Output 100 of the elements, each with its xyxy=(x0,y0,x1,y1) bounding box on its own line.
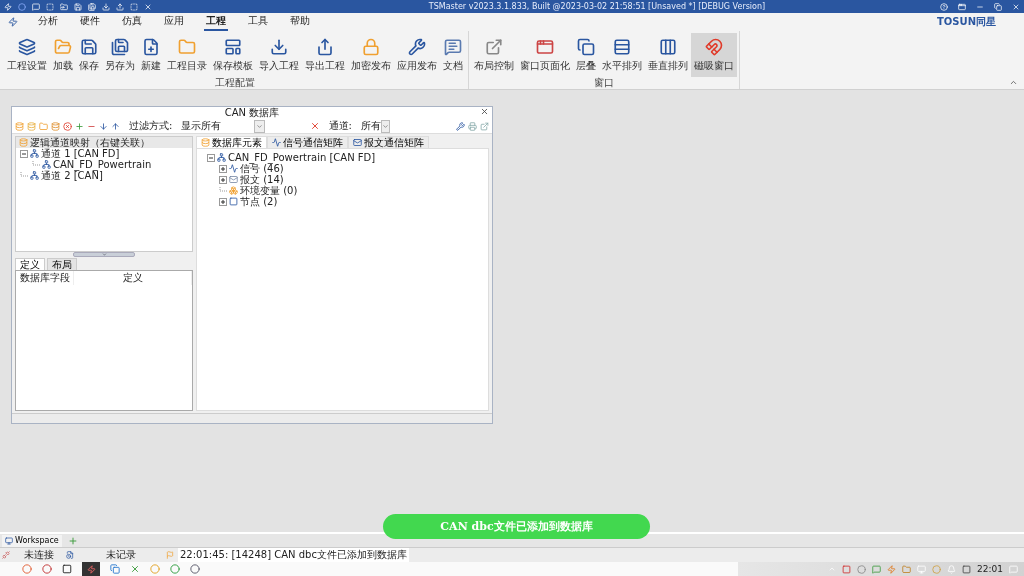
menu-tab[interactable]: 硬件 xyxy=(78,13,102,31)
folder-open-icon xyxy=(54,37,72,56)
tray-icon[interactable] xyxy=(887,564,897,574)
arrow-down-icon[interactable] xyxy=(99,121,108,131)
tab[interactable]: 布局 xyxy=(47,258,77,270)
add-icon[interactable] xyxy=(67,535,78,546)
collapse-icon[interactable] xyxy=(207,153,215,162)
tab[interactable]: 信号通信矩阵 xyxy=(267,136,348,148)
open-icon[interactable] xyxy=(60,2,68,11)
expand-icon[interactable] xyxy=(219,164,227,173)
workspace-tab[interactable]: Workspace xyxy=(2,534,62,547)
tab[interactable]: 报文通信矩阵 xyxy=(348,136,429,148)
ribbon-button[interactable]: 加载 xyxy=(50,33,76,77)
tree-item[interactable]: CAN_FD_Powertrain [CAN FD] xyxy=(228,152,376,163)
channel-dropdown[interactable]: 所有 xyxy=(354,120,389,132)
notification-toast: CAN dbc文件已添加到数据库 xyxy=(383,514,650,539)
terminal-icon[interactable] xyxy=(62,564,72,574)
ribbon-button[interactable]: 导入工程 xyxy=(256,33,302,77)
collapse-icon[interactable] xyxy=(1009,78,1018,87)
channel-label: 通道: xyxy=(328,119,352,133)
close-icon[interactable] xyxy=(1012,2,1020,11)
clear-icon[interactable] xyxy=(309,121,320,131)
ribbon-button[interactable]: 垂直排列 xyxy=(645,33,691,77)
database-icon[interactable] xyxy=(15,121,24,131)
ribbon-button[interactable]: 工程目录 xyxy=(164,33,210,77)
save-as-icon xyxy=(111,37,129,56)
brand-logo: TOSUN同星 xyxy=(937,15,996,29)
save-as-icon[interactable] xyxy=(88,2,96,11)
upload-icon[interactable] xyxy=(116,2,124,11)
expand-icon[interactable] xyxy=(219,175,227,184)
database-icon xyxy=(201,138,210,147)
database-icon[interactable] xyxy=(27,121,36,131)
taskbar-app-icon[interactable] xyxy=(82,562,100,576)
expand-icon[interactable] xyxy=(219,197,227,206)
splitter-handle[interactable] xyxy=(73,252,135,257)
ribbon-button[interactable]: 加密发布 xyxy=(348,33,394,77)
add-icon[interactable] xyxy=(75,121,84,131)
help-icon[interactable] xyxy=(940,2,948,11)
lock-icon xyxy=(362,37,380,56)
tree-item[interactable]: CAN_FD_Powertrain xyxy=(53,159,152,170)
tree-item[interactable]: 通道 2 [CAN] xyxy=(41,168,103,183)
ribbon-button[interactable]: 应用发布 xyxy=(394,33,440,77)
template-icon xyxy=(224,37,242,56)
filter-label: 过滤方式: xyxy=(129,119,173,133)
close-button[interactable] xyxy=(480,107,489,116)
wrench-icon[interactable] xyxy=(456,121,465,131)
clock[interactable]: 22:01 xyxy=(977,564,1003,574)
ribbon-button[interactable]: 工程设置 xyxy=(4,33,50,77)
network-icon xyxy=(30,171,39,180)
ribbon-button[interactable]: 新建 xyxy=(138,33,164,77)
tree-item[interactable]: 节点 (2) xyxy=(240,194,278,209)
database-icon[interactable] xyxy=(51,121,60,131)
external-link-icon[interactable] xyxy=(480,121,489,131)
chat-icon[interactable] xyxy=(872,564,882,574)
ribbon-button[interactable]: 保存模板 xyxy=(210,33,256,77)
caret-icon xyxy=(256,122,264,130)
envelope-icon xyxy=(353,138,362,147)
folder-icon xyxy=(178,37,196,56)
delete-icon[interactable] xyxy=(63,121,72,131)
ribbon-button[interactable]: 布局控制 xyxy=(471,33,517,77)
ribbon-button[interactable]: 水平排列 xyxy=(599,33,645,77)
folder-icon[interactable] xyxy=(902,564,912,574)
menu-tab[interactable]: 帮助 xyxy=(288,13,312,31)
folder-icon[interactable] xyxy=(39,121,48,131)
tray-icon[interactable] xyxy=(962,564,972,574)
ribbon-button[interactable]: 窗口页面化 xyxy=(517,33,573,77)
tree-item[interactable]: 通道 1 [CAN FD] xyxy=(41,146,120,161)
x-app-icon[interactable] xyxy=(130,564,140,574)
download-icon[interactable] xyxy=(102,2,110,11)
menu-tab[interactable]: 分析 xyxy=(36,13,60,31)
ribbon-button[interactable]: 导出工程 xyxy=(302,33,348,77)
tab[interactable]: 数据库元素 xyxy=(196,136,267,148)
save-icon[interactable] xyxy=(74,2,82,11)
flag-icon xyxy=(166,551,174,559)
app-logo-icon[interactable] xyxy=(8,17,18,27)
window-title: TSMaster v2023.3.1.833, Built @2023-03-02 21:58:51 [Unsaved *] [DEBUG Version] xyxy=(427,2,767,11)
ribbon-button[interactable]: 层叠 xyxy=(573,33,599,77)
circle-icon[interactable] xyxy=(18,2,26,11)
tree-item[interactable]: 信号 (46) xyxy=(240,161,284,176)
window-icon xyxy=(536,37,554,56)
lightning-icon[interactable] xyxy=(4,2,12,11)
arrow-up-icon[interactable] xyxy=(111,121,120,131)
ribbon-button[interactable]: 磁吸窗口 xyxy=(691,33,737,77)
wrench-icon xyxy=(408,37,426,56)
ribbon-button[interactable]: 保存 xyxy=(76,33,102,77)
document-icon xyxy=(444,37,462,56)
window-icon[interactable] xyxy=(958,2,966,11)
menu-tab[interactable]: 工具 xyxy=(246,13,270,31)
menu-tab[interactable]: 仿真 xyxy=(120,13,144,31)
collapse-icon[interactable] xyxy=(20,149,28,158)
ribbon-button[interactable]: 另存为 xyxy=(102,33,138,77)
ribbon-button[interactable]: 文档 xyxy=(440,33,466,77)
printer-icon[interactable] xyxy=(468,121,477,131)
rows-icon xyxy=(613,37,631,56)
menu-tab[interactable]: 应用 xyxy=(162,13,186,31)
tab[interactable]: 定义 xyxy=(15,258,45,270)
restore-icon[interactable] xyxy=(994,2,1002,11)
filter-dropdown[interactable]: 显示所有 xyxy=(175,120,266,132)
close-icon[interactable] xyxy=(144,2,152,11)
database-icon xyxy=(19,138,28,147)
